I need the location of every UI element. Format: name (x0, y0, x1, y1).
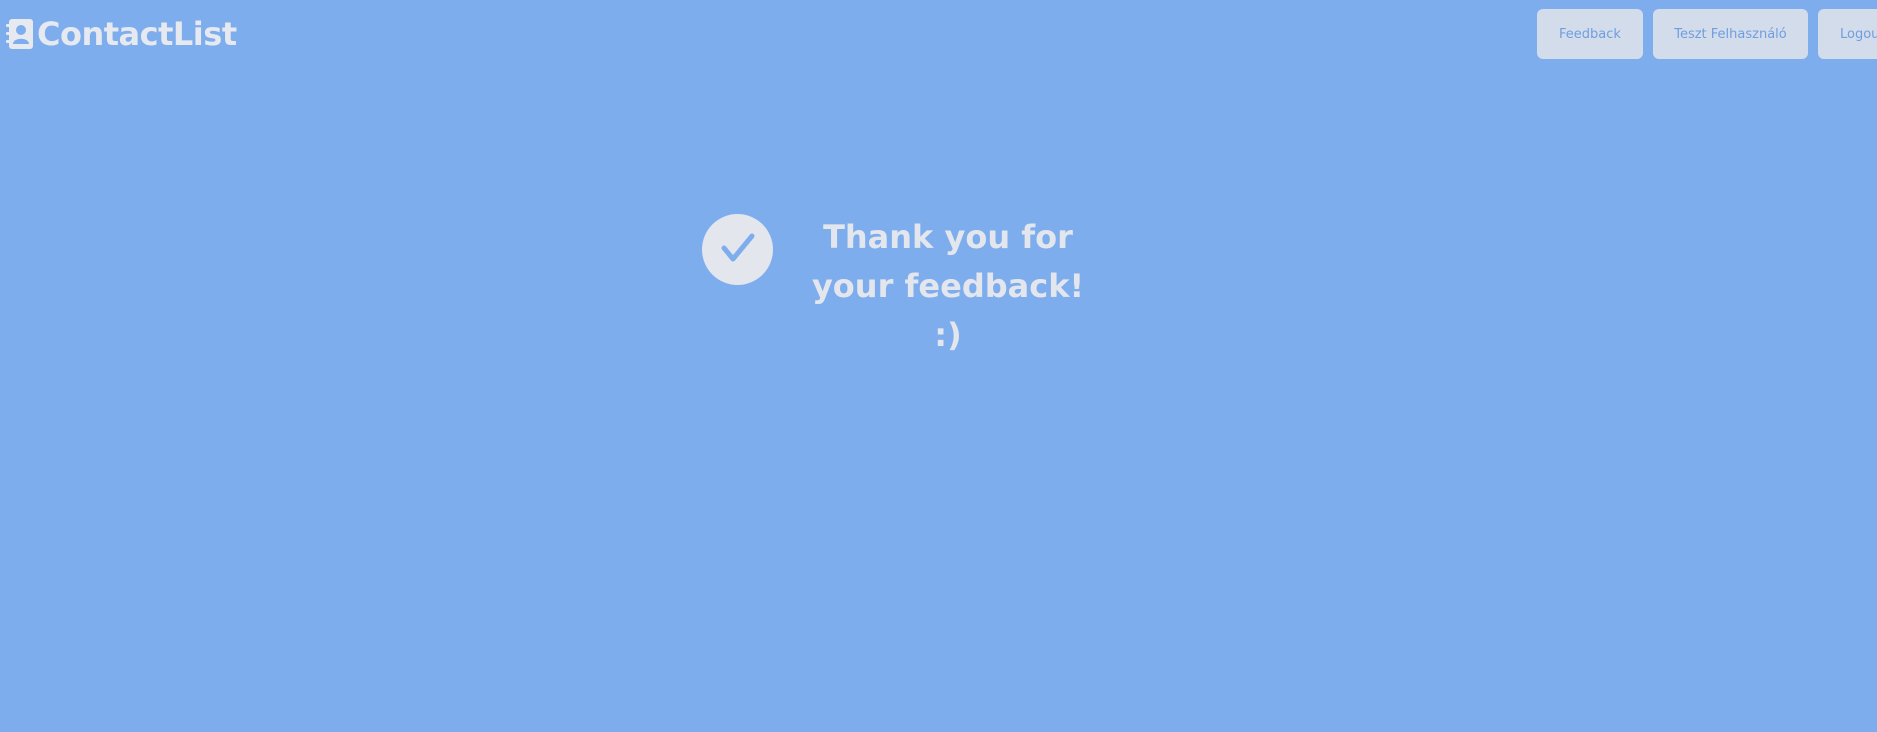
thank-you-message: Thank you for your feedback! :) (803, 213, 1093, 360)
top-header: ContactList Feedback Teszt Felhasználó L… (0, 0, 1877, 70)
feedback-button[interactable]: Feedback (1537, 9, 1643, 59)
contact-book-icon (6, 18, 34, 50)
top-nav: Feedback Teszt Felhasználó Logout (1537, 9, 1877, 59)
message-line-2: your feedback! :) (811, 267, 1085, 354)
message-line-1: Thank you for (823, 218, 1073, 256)
app-title: ContactList (37, 15, 237, 53)
user-profile-button[interactable]: Teszt Felhasználó (1653, 9, 1808, 59)
feedback-confirmation: Thank you for your feedback! :) (702, 213, 1093, 360)
success-badge (702, 214, 773, 285)
logout-button[interactable]: Logout (1818, 9, 1877, 59)
check-icon (721, 233, 755, 267)
brand-logo[interactable]: ContactList (6, 14, 237, 54)
